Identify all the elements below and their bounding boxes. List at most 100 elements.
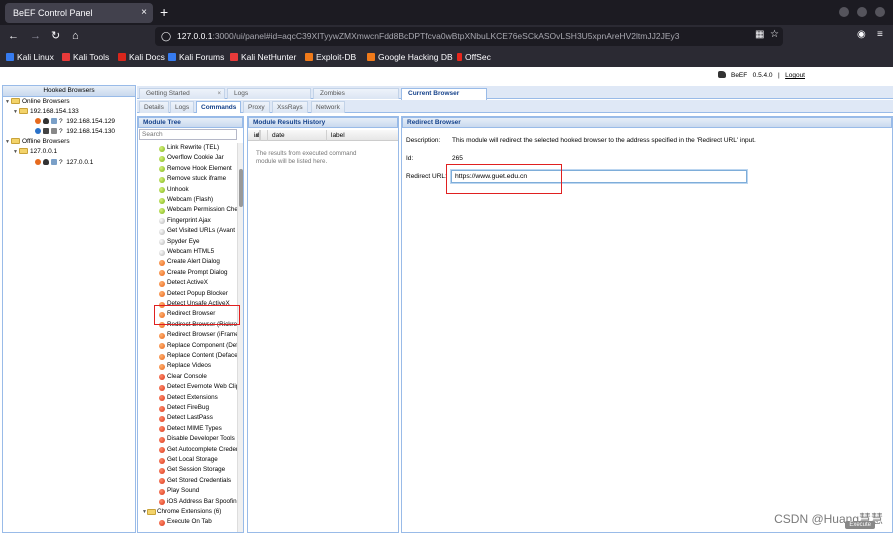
close-icon[interactable]: × (217, 89, 221, 99)
subtab-xssrays[interactable]: XssRays (272, 101, 308, 113)
module-item[interactable]: Redirect Browser (iFrame (138, 330, 238, 340)
firefox-icon (35, 159, 41, 165)
module-results-panel: Module Results History id ▲ date label T… (247, 116, 399, 533)
tab-logs[interactable]: Logs (227, 88, 311, 99)
redirect-browser-panel: Redirect Browser Description: This modul… (401, 116, 893, 533)
module-tree-scrollbar[interactable] (237, 143, 243, 532)
linux-icon (43, 118, 49, 124)
module-item[interactable]: Webcam Permission Che (138, 205, 238, 215)
hooked-browser-129[interactable]: ? 192.168.154.129 (35, 117, 115, 126)
module-item[interactable]: Get Local Storage (138, 455, 238, 465)
module-item[interactable]: Replace Videos (138, 361, 238, 371)
close-tab-icon[interactable]: × (141, 3, 147, 23)
module-item[interactable]: Spyder Eye (138, 237, 238, 247)
tab-getting-started[interactable]: Getting Started × (139, 88, 225, 99)
forward-arrow-icon[interactable]: → (30, 28, 41, 44)
module-item[interactable]: Get Autocomplete Creder (138, 445, 238, 455)
subtab-network[interactable]: Network (311, 101, 345, 113)
hooked-browser-130[interactable]: ? 192.168.154.130 (35, 127, 115, 136)
shield-icon: ◯ (161, 31, 172, 41)
module-item[interactable]: Detect Extensions (138, 393, 238, 403)
module-item[interactable]: Replace Content (Deface (138, 351, 238, 361)
bookmark-kali-nethunter[interactable]: Kali NetHunter (230, 48, 296, 67)
browser-tab[interactable]: BeEF Control Panel × (5, 3, 153, 23)
offline-host-node[interactable]: ▼ 127.0.0.1 (13, 147, 57, 156)
module-item[interactable]: Remove stuck iframe (138, 174, 238, 184)
module-item[interactable]: Play Sound (138, 486, 238, 496)
device-icon (51, 118, 57, 124)
subtab-logs[interactable]: Logs (170, 101, 195, 113)
status-dot-icon (159, 457, 165, 464)
module-search-input[interactable] (139, 129, 237, 140)
module-item[interactable]: Get Visited URLs (Avant I (138, 226, 238, 236)
maximize-icon[interactable] (857, 7, 867, 17)
module-item[interactable]: Clear Console (138, 372, 238, 382)
minimize-icon[interactable] (839, 7, 849, 17)
bookmark-offsec[interactable]: OffSec (457, 48, 491, 67)
module-item[interactable]: Detect ActiveX (138, 278, 238, 288)
module-item[interactable]: Get Stored Credentials (138, 476, 238, 486)
bookmark-google-hacking-db[interactable]: Google Hacking DB (367, 48, 453, 67)
home-icon[interactable]: ⌂ (72, 28, 79, 44)
tab-current-browser[interactable]: Current Browser (401, 88, 487, 100)
module-item[interactable]: Disable Developer Tools (138, 434, 238, 444)
module-item[interactable]: Webcam HTML5 (138, 247, 238, 257)
subtab-proxy[interactable]: Proxy (243, 101, 270, 113)
module-item[interactable]: Remove Hook Element (138, 164, 238, 174)
reload-icon[interactable]: ↻ (51, 28, 60, 44)
module-label: Link Rewrite (TEL) (167, 144, 220, 151)
module-item[interactable]: Detect MIME Types (138, 424, 238, 434)
module-item[interactable]: Webcam (Flash) (138, 195, 238, 205)
reader-mode-icon[interactable]: ▦ (755, 27, 764, 43)
module-item[interactable]: Link Rewrite (TEL) (138, 143, 238, 153)
bookmark-star-icon[interactable]: ☆ (770, 27, 779, 43)
status-dot-icon (159, 478, 165, 485)
status-dot-icon (159, 259, 165, 266)
execute-button[interactable]: Execute (845, 521, 875, 529)
module-label: Webcam HTML5 (167, 248, 215, 255)
column-id[interactable]: id ▲ (248, 130, 268, 141)
nethunter-icon (230, 53, 238, 61)
module-item[interactable]: Overflow Cookie Jar (138, 153, 238, 163)
module-item[interactable]: Get Session Storage (138, 465, 238, 475)
module-item[interactable]: Execute On Tab (138, 517, 238, 527)
status-dot-icon (159, 353, 165, 360)
tab-zombies[interactable]: Zombies (313, 88, 399, 99)
beef-logo-icon (718, 71, 727, 78)
column-label[interactable]: label (328, 130, 398, 141)
bookmark-kali-linux[interactable]: Kali Linux (6, 48, 54, 67)
column-date[interactable]: date (269, 130, 327, 141)
offline-browser-local[interactable]: ? 127.0.0.1 (35, 158, 93, 167)
module-item[interactable]: Unhook (138, 185, 238, 195)
status-dot-icon (159, 519, 165, 526)
module-item[interactable]: Detect Evernote Web Clip (138, 382, 238, 392)
new-tab-button[interactable]: + (160, 3, 168, 21)
scroll-thumb[interactable] (239, 169, 243, 207)
bookmark-exploit-db[interactable]: Exploit-DB (305, 48, 356, 67)
module-item[interactable]: Create Prompt Dialog (138, 268, 238, 278)
online-browsers-node[interactable]: ▼ Online Browsers (5, 97, 70, 106)
bookmark-kali-tools[interactable]: Kali Tools (62, 48, 109, 67)
beef-app: BeEF 0.5.4.0 | Logout Hooked Browsers ▼ O… (0, 67, 893, 533)
bookmark-kali-docs[interactable]: Kali Docs (118, 48, 165, 67)
module-category[interactable]: ▼ Chrome Extensions (6) (138, 507, 238, 517)
module-item[interactable]: Detect FireBug (138, 403, 238, 413)
pocket-icon[interactable]: ◉ (857, 27, 866, 43)
module-label: Detect ActiveX (167, 279, 208, 287)
module-item[interactable]: Detect LastPass (138, 413, 238, 423)
module-item[interactable]: iOS Address Bar Spoofin (138, 497, 238, 507)
module-item[interactable]: Replace Component (Def (138, 341, 238, 351)
bookmark-kali-forums[interactable]: Kali Forums (168, 48, 224, 67)
logout-link[interactable]: Logout (785, 72, 805, 79)
menu-icon[interactable]: ≡ (877, 27, 883, 43)
module-item[interactable]: Detect Popup Blocker (138, 289, 238, 299)
online-host-node[interactable]: ▼ 192.168.154.133 (13, 107, 79, 116)
subtab-details[interactable]: Details (139, 101, 169, 113)
url-bar[interactable]: ◯ 127.0.0.1:3000/ui/panel#id=aqcC39XITyy… (155, 27, 783, 46)
back-arrow-icon[interactable]: ← (8, 28, 19, 44)
close-window-icon[interactable] (875, 7, 885, 17)
offline-browsers-node[interactable]: ▼ Offline Browsers (5, 137, 70, 146)
subtab-commands[interactable]: Commands (196, 101, 242, 113)
module-item[interactable]: Create Alert Dialog (138, 257, 238, 267)
module-item[interactable]: Fingerprint Ajax (138, 216, 238, 226)
